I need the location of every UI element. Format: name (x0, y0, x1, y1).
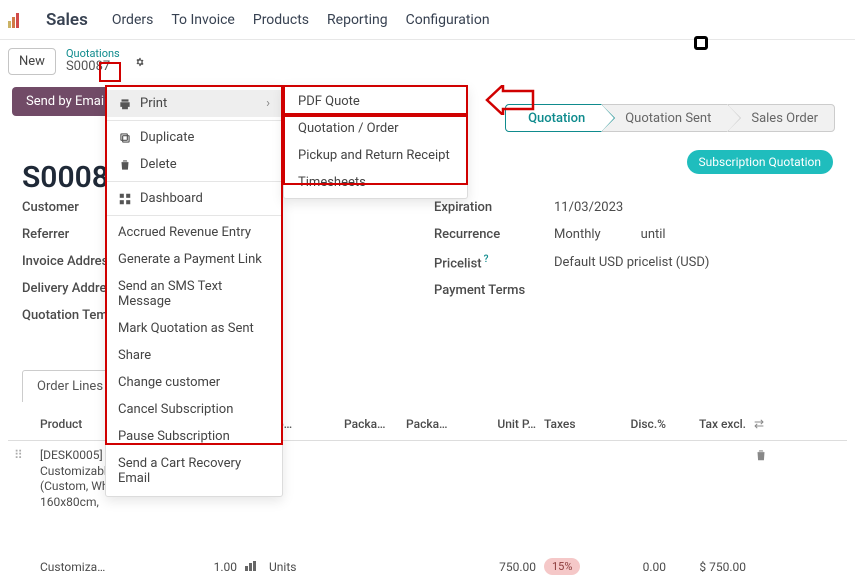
menu-dashboard-label: Dashboard (140, 191, 203, 206)
gear-icon[interactable] (130, 52, 150, 72)
pricelist-value[interactable]: Default USD pricelist (USD) (554, 255, 814, 270)
col-tax-excl[interactable]: Tax excl. (670, 414, 750, 434)
app-logo-icon (8, 12, 24, 28)
nav-orders[interactable]: Orders (112, 12, 154, 28)
line-qty[interactable]: 1.00 (166, 557, 241, 577)
drag-handle-icon[interactable]: ⠿ (10, 445, 36, 465)
menu-change-customer[interactable]: Change customer (106, 369, 282, 396)
expiration-label: Expiration (434, 200, 554, 215)
chevron-right-icon: › (266, 96, 270, 111)
app-name[interactable]: Sales (46, 10, 88, 30)
new-button[interactable]: New (8, 48, 56, 75)
subscription-badge: Subscription Quotation (687, 150, 833, 174)
line-unit-price[interactable]: 750.00 (460, 557, 540, 577)
table-row-values[interactable]: Customiza… 1.00 Units 750.00 15% 0.00 $ … (8, 551, 847, 582)
recurrence-until-label: until (641, 227, 666, 242)
line-disc[interactable]: 0.00 (600, 557, 670, 577)
menu-payment-link[interactable]: Generate a Payment Link (106, 246, 282, 273)
pricelist-label: Pricelist? (434, 254, 554, 271)
menu-duplicate[interactable]: Duplicate (106, 124, 282, 151)
menu-pause-subscription[interactable]: Pause Subscription (106, 423, 282, 450)
print-icon (118, 97, 132, 111)
delete-row-icon[interactable] (750, 445, 776, 468)
nav-configuration[interactable]: Configuration (406, 12, 490, 28)
help-icon[interactable]: ? (484, 254, 489, 265)
trash-icon (118, 158, 132, 172)
print-pickup-receipt[interactable]: Pickup and Return Receipt (284, 142, 467, 169)
print-timesheets[interactable]: Timesheets (284, 169, 467, 196)
actions-dropdown: Print › Duplicate Delete Dashboard Accru… (105, 85, 283, 497)
line-uom[interactable]: Units (265, 557, 340, 577)
menu-dashboard[interactable]: Dashboard (106, 185, 282, 212)
adjust-columns-icon[interactable]: ⇄ (750, 414, 776, 434)
col-unit-price[interactable]: Unit P… (460, 414, 540, 434)
dashboard-icon (118, 192, 132, 206)
print-quotation-order[interactable]: Quotation / Order (284, 115, 467, 142)
recurrence-plan[interactable]: Monthly (554, 227, 601, 242)
stage-quotation-sent[interactable]: Quotation Sent (602, 104, 728, 132)
recurrence-value[interactable]: Monthly until (554, 227, 814, 242)
forecast-chart-icon[interactable] (241, 557, 265, 577)
stage-sales-order[interactable]: Sales Order (728, 104, 835, 132)
menu-cancel-subscription[interactable]: Cancel Subscription (106, 396, 282, 423)
line-product[interactable]: Customiza… (36, 557, 166, 577)
menu-duplicate-label: Duplicate (140, 130, 194, 145)
col-pack1[interactable]: Packa… (340, 414, 402, 434)
recurrence-label: Recurrence (434, 227, 554, 242)
nav-products[interactable]: Products (253, 12, 309, 28)
duplicate-icon (118, 131, 132, 145)
line-tax-excl: $ 750.00 (670, 557, 750, 577)
breadcrumb-row: New Quotations S00087 (0, 40, 855, 81)
print-pdf-quote[interactable]: PDF Quote (284, 88, 467, 115)
fields-right: Expiration 11/03/2023 Recurrence Monthly… (434, 200, 814, 310)
menu-mark-sent[interactable]: Mark Quotation as Sent (106, 315, 282, 342)
print-submenu: PDF Quote Quotation / Order Pickup and R… (283, 85, 468, 199)
menu-delete[interactable]: Delete (106, 151, 282, 178)
nav-to-invoice[interactable]: To Invoice (171, 12, 235, 28)
payment-terms-label: Payment Terms (434, 283, 554, 298)
top-nav: Sales Orders To Invoice Products Reporti… (0, 0, 855, 40)
expiration-value[interactable]: 11/03/2023 (554, 200, 814, 215)
col-taxes[interactable]: Taxes (540, 414, 600, 434)
stage-tracker: Quotation Quotation Sent Sales Order (505, 104, 835, 132)
menu-send-sms[interactable]: Send an SMS Text Message (106, 273, 282, 315)
menu-delete-label: Delete (140, 157, 177, 172)
stop-icon[interactable] (694, 36, 708, 50)
nav-reporting[interactable]: Reporting (327, 12, 388, 28)
menu-cart-recovery[interactable]: Send a Cart Recovery Email (106, 450, 282, 492)
annotation-arrow-icon (485, 85, 535, 119)
menu-print[interactable]: Print › (106, 90, 282, 117)
menu-accrued-revenue[interactable]: Accrued Revenue Entry (106, 219, 282, 246)
tab-order-lines[interactable]: Order Lines (22, 370, 118, 402)
breadcrumb-current: S00087 (66, 60, 120, 74)
col-pack2[interactable]: Packa… (402, 414, 460, 434)
menu-print-label: Print (140, 96, 167, 111)
record-title: S0008 (22, 160, 109, 195)
breadcrumb: Quotations S00087 (66, 48, 120, 74)
col-disc[interactable]: Disc.% (600, 414, 670, 434)
menu-share[interactable]: Share (106, 342, 282, 369)
